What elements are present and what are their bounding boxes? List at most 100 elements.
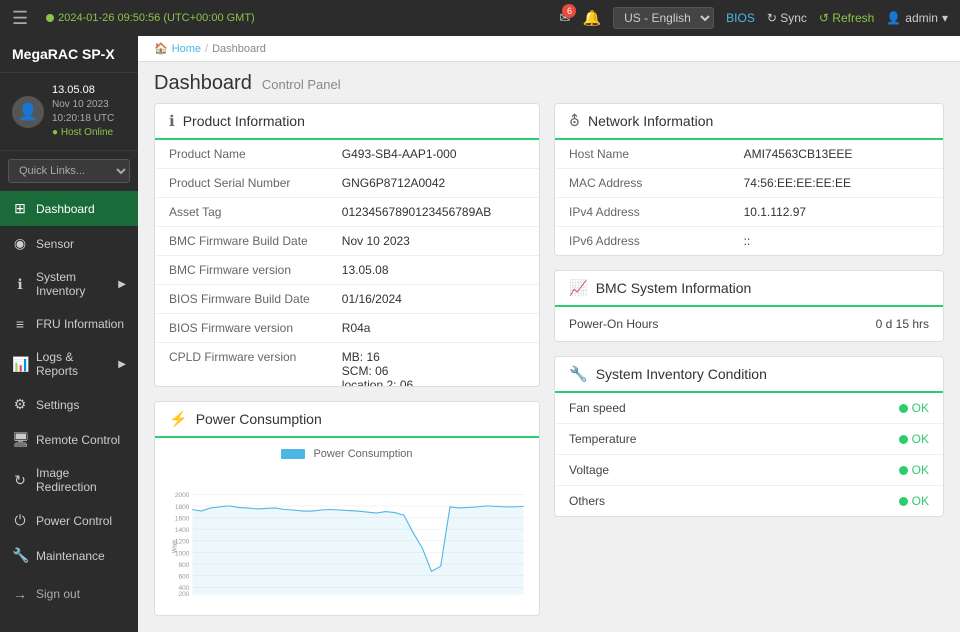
sidebar-item-remote-control[interactable]: 🖥 Remote Control xyxy=(0,422,138,457)
sidebar-label-fru: FRU Information xyxy=(36,317,124,331)
bmc-system-title: BMC System Information xyxy=(596,280,752,296)
ok-text: OK xyxy=(912,463,929,477)
table-row: IPv4 Address10.1.112.97 xyxy=(555,198,943,227)
row-label: IPv4 Address xyxy=(555,198,730,227)
sidebar-label-settings: Settings xyxy=(36,398,79,412)
sidebar-item-logs[interactable]: 📊 Logs & Reports ▶ xyxy=(0,341,138,387)
left-column: ℹ Product Information Product NameG493-S… xyxy=(154,103,540,616)
sidebar-item-dashboard[interactable]: ⊞ Dashboard xyxy=(0,191,138,226)
host-status: ● Host Online xyxy=(52,126,126,140)
status-ok: OK xyxy=(899,463,929,477)
chart-svg-wrapper: 2000 1800 1600 1400 1200 1000 800 600 40… xyxy=(169,468,525,616)
sidebar-item-settings[interactable]: ⚙ Settings xyxy=(0,387,138,422)
table-row: Product Serial NumberGNG6P8712A0042 xyxy=(155,169,539,198)
sidebar-item-sensor[interactable]: ◉ Sensor xyxy=(0,226,138,261)
sidebar-label-maintenance: Maintenance xyxy=(36,549,105,563)
ok-dot xyxy=(899,466,908,475)
image-redirection-icon: ↻ xyxy=(12,472,28,489)
product-info-header: ℹ Product Information xyxy=(155,104,539,140)
row-value: G493-SB4-AAP1-000 xyxy=(328,140,539,169)
bios-button[interactable]: BIOS xyxy=(726,11,755,25)
menu-icon[interactable]: ☰ xyxy=(12,8,28,29)
table-row: BMC Firmware version13.05.08 xyxy=(155,256,539,285)
sidebar-nav: ⊞ Dashboard ◉ Sensor ℹ System Inventory … xyxy=(0,191,138,632)
power-consumption-title: Power Consumption xyxy=(196,411,322,427)
table-row: CPLD Firmware versionMB: 16 SCM: 06 loca… xyxy=(155,343,539,388)
row-label: BIOS Firmware Build Date xyxy=(155,285,328,314)
bmc-label: Power-On Hours xyxy=(569,317,658,331)
sidebar-label-logs: Logs & Reports xyxy=(36,350,110,378)
bmc-system-header: 📈 BMC System Information xyxy=(555,271,943,307)
table-row: IPv6 Address:: xyxy=(555,227,943,256)
page-header: Dashboard Control Panel xyxy=(138,62,960,103)
chart-area: Power Consumption 2000 1800 1600 1400 12… xyxy=(155,438,539,616)
ok-text: OK xyxy=(912,494,929,508)
sidebar-item-maintenance[interactable]: 🔧 Maintenance xyxy=(0,538,138,573)
status-label: Voltage xyxy=(569,463,609,477)
breadcrumb-home[interactable]: Home xyxy=(172,43,201,55)
mail-badge: 6 xyxy=(562,4,576,18)
right-column: ⛢ Network Information Host NameAMI74563C… xyxy=(554,103,944,616)
language-select[interactable]: US - English xyxy=(613,7,714,29)
refresh-button[interactable]: ↺ Refresh xyxy=(819,11,874,25)
sidebar-item-image-redirection[interactable]: ↻ Image Redirection xyxy=(0,457,138,503)
timestamp: 2024-01-26 09:50:56 (UTC+00:00 GMT) xyxy=(46,12,255,24)
sync-button[interactable]: ↻ Sync xyxy=(767,11,807,25)
quick-links[interactable]: Quick Links... xyxy=(0,151,138,191)
sidebar-item-fru[interactable]: ≡ FRU Information xyxy=(0,307,138,341)
sidebar-item-signout[interactable]: → Sign out xyxy=(0,577,138,611)
admin-menu[interactable]: 👤 admin ▾ xyxy=(886,11,948,25)
quick-links-select[interactable]: Quick Links... xyxy=(8,159,130,183)
maintenance-icon: 🔧 xyxy=(12,547,28,564)
power-control-icon: ⏻ xyxy=(12,512,28,529)
svg-text:Watt: Watt xyxy=(171,540,178,553)
page-title: Dashboard xyxy=(154,72,252,95)
sidebar-label-remote: Remote Control xyxy=(36,433,120,447)
remote-control-icon: 🖥 xyxy=(12,431,28,448)
bmc-system-panel: 📈 BMC System Information Power-On Hours … xyxy=(554,270,944,342)
wrench-icon: 🔧 xyxy=(569,365,588,383)
mail-icon[interactable]: ✉ 6 xyxy=(560,10,571,26)
ok-dot xyxy=(899,497,908,506)
svg-text:1800: 1800 xyxy=(175,504,190,511)
network-info-header: ⛢ Network Information xyxy=(555,104,943,140)
power-consumption-panel: ⚡ Power Consumption Power Consumption 20… xyxy=(154,401,540,616)
row-value: Nov 10 2023 xyxy=(328,227,539,256)
avatar: 👤 xyxy=(12,96,44,128)
svg-text:600: 600 xyxy=(178,574,189,581)
topbar: ☰ 2024-01-26 09:50:56 (UTC+00:00 GMT) ✉ … xyxy=(0,0,960,36)
sidebar-label-signout: Sign out xyxy=(36,587,80,601)
power-chart-svg: 2000 1800 1600 1400 1200 1000 800 600 40… xyxy=(169,468,525,616)
sidebar-item-system-inventory[interactable]: ℹ System Inventory ▶ xyxy=(0,261,138,307)
sidebar-item-power-control[interactable]: ⏻ Power Control xyxy=(0,503,138,538)
chart-legend: Power Consumption xyxy=(169,448,525,460)
user-datetime: Nov 10 2023 10:20:18 UTC xyxy=(52,98,126,126)
list-item: Voltage OK xyxy=(555,455,943,486)
row-label: Product Name xyxy=(155,140,328,169)
info-icon: ℹ xyxy=(169,112,175,130)
chart-icon: ⚡ xyxy=(169,410,188,428)
page-subtitle: Control Panel xyxy=(262,77,341,92)
row-value: 13.05.08 xyxy=(328,256,539,285)
system-inventory-icon: ℹ xyxy=(12,276,28,293)
row-label: IPv6 Address xyxy=(555,227,730,256)
row-label: BIOS Firmware version xyxy=(155,314,328,343)
fru-icon: ≡ xyxy=(12,316,28,332)
row-value: 10.1.112.97 xyxy=(730,198,943,227)
status-dot xyxy=(46,14,54,22)
bmc-value: 0 d 15 hrs xyxy=(876,317,929,331)
svg-text:1600: 1600 xyxy=(175,516,190,523)
row-label: Asset Tag xyxy=(155,198,328,227)
svg-text:1400: 1400 xyxy=(175,527,190,534)
alert-icon[interactable]: 🔔 xyxy=(582,9,601,27)
svg-text:200: 200 xyxy=(178,591,189,598)
bmc-icon: 📈 xyxy=(569,279,588,297)
system-inventory-condition-panel: 🔧 System Inventory Condition Fan speed O… xyxy=(554,356,944,517)
user-info-panel: 👤 13.05.08 Nov 10 2023 10:20:18 UTC ● Ho… xyxy=(0,73,138,151)
row-value: 01/16/2024 xyxy=(328,285,539,314)
product-info-table: Product NameG493-SB4-AAP1-000Product Ser… xyxy=(155,140,539,387)
power-consumption-header: ⚡ Power Consumption xyxy=(155,402,539,438)
settings-icon: ⚙ xyxy=(12,396,28,413)
row-label: BMC Firmware Build Date xyxy=(155,227,328,256)
table-row: Host NameAMI74563CB13EEE xyxy=(555,140,943,169)
